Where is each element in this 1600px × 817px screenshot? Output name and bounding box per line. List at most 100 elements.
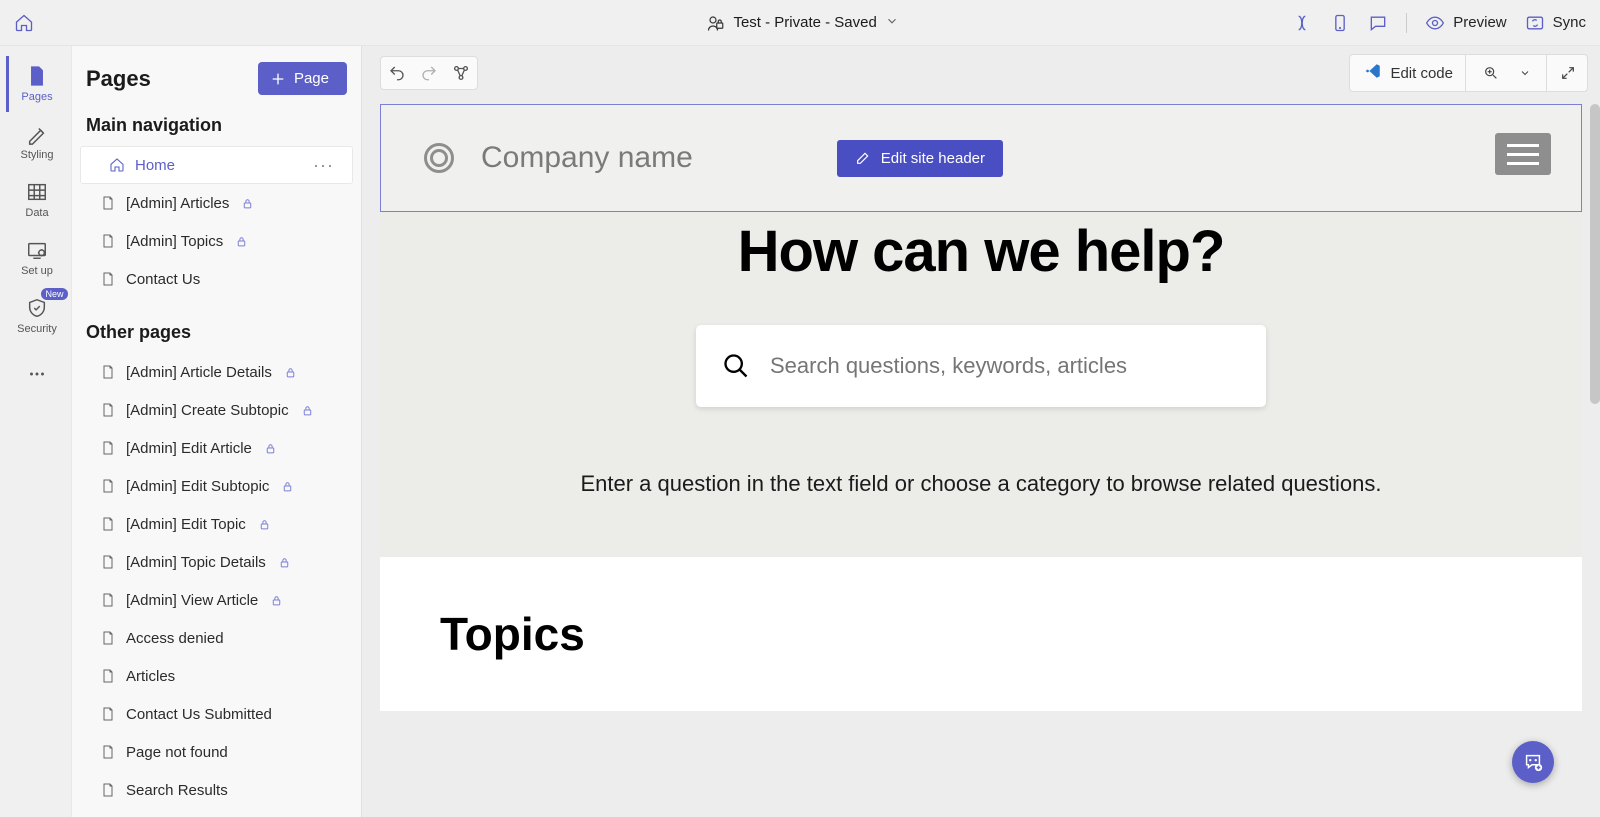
lock-icon bbox=[241, 197, 254, 210]
lock-icon bbox=[270, 594, 283, 607]
nav-item-label: Page not found bbox=[126, 744, 228, 761]
breadcrumb[interactable]: Test - Private - Saved bbox=[707, 14, 898, 32]
page-icon bbox=[100, 706, 116, 722]
nav-item-label: [Admin] Edit Subtopic bbox=[126, 478, 269, 495]
zoom-chevron[interactable] bbox=[1508, 55, 1542, 91]
other-page-item[interactable]: [Admin] Article Details bbox=[72, 353, 361, 391]
nav-item-label: [Admin] Create Subtopic bbox=[126, 402, 289, 419]
other-page-item[interactable]: Articles bbox=[72, 657, 361, 695]
lock-icon bbox=[278, 556, 291, 569]
nav-item-label: Contact Us Submitted bbox=[126, 706, 272, 723]
main-nav-heading: Main navigation bbox=[72, 109, 361, 146]
copilot-icon[interactable] bbox=[1292, 13, 1312, 33]
edit-code-button[interactable]: Edit code bbox=[1352, 55, 1466, 91]
page-icon bbox=[100, 744, 116, 760]
topics-section: Topics bbox=[380, 557, 1582, 711]
sync-button[interactable]: Sync bbox=[1525, 13, 1586, 33]
other-page-item[interactable]: [Admin] Edit Article bbox=[72, 429, 361, 467]
lock-icon bbox=[235, 235, 248, 248]
rail-more[interactable] bbox=[6, 346, 66, 402]
lock-icon bbox=[301, 404, 314, 417]
plus-icon bbox=[270, 71, 286, 87]
canvas-toolbar: Edit code bbox=[362, 46, 1600, 96]
page-icon bbox=[100, 630, 116, 646]
page-icon bbox=[100, 271, 116, 287]
new-badge: New bbox=[41, 288, 67, 300]
rail-data[interactable]: Data bbox=[6, 172, 66, 228]
divider bbox=[1406, 13, 1407, 33]
site-visibility-icon bbox=[707, 14, 725, 32]
edit-site-header-button[interactable]: Edit site header bbox=[837, 140, 1003, 177]
other-page-item[interactable]: [Admin] Create Subtopic bbox=[72, 391, 361, 429]
undo-button[interactable] bbox=[381, 57, 413, 89]
page-icon bbox=[100, 554, 116, 570]
page-icon bbox=[100, 782, 116, 798]
other-page-item[interactable]: Search Results bbox=[72, 771, 361, 809]
nav-item-label: [Admin] Topic Details bbox=[126, 554, 266, 571]
lock-icon bbox=[264, 442, 277, 455]
lock-icon bbox=[258, 518, 271, 531]
search-icon bbox=[722, 352, 750, 380]
comments-icon[interactable] bbox=[1368, 13, 1388, 33]
nav-item-label: Home bbox=[135, 157, 175, 174]
expand-button[interactable] bbox=[1551, 55, 1585, 91]
search-input[interactable] bbox=[770, 353, 1240, 379]
nav-item-label: Access denied bbox=[126, 630, 224, 647]
main-nav-item[interactable]: Contact Us bbox=[72, 260, 361, 298]
canvas-scrollbar[interactable] bbox=[1590, 104, 1600, 404]
lock-icon bbox=[284, 366, 297, 379]
page-icon bbox=[100, 668, 116, 684]
other-pages-heading: Other pages bbox=[72, 316, 361, 353]
hero-subtitle: Enter a question in the text field or ch… bbox=[380, 471, 1582, 497]
zoom-button[interactable] bbox=[1474, 55, 1508, 91]
vscode-icon bbox=[1364, 62, 1382, 84]
other-page-item[interactable]: [Admin] Edit Subtopic bbox=[72, 467, 361, 505]
topics-heading: Topics bbox=[440, 607, 1522, 661]
add-page-button[interactable]: Page bbox=[258, 62, 347, 95]
nav-item-label: [Admin] Articles bbox=[126, 195, 229, 212]
page-icon bbox=[100, 440, 116, 456]
page-icon bbox=[100, 516, 116, 532]
nav-item-label: [Admin] Edit Topic bbox=[126, 516, 246, 533]
mobile-icon[interactable] bbox=[1330, 13, 1350, 33]
other-page-item[interactable]: [Admin] Edit Topic bbox=[72, 505, 361, 543]
nav-item-label: [Admin] Topics bbox=[126, 233, 223, 250]
search-box[interactable] bbox=[696, 325, 1266, 407]
main-nav-item[interactable]: [Admin] Topics bbox=[72, 222, 361, 260]
chevron-down-icon[interactable] bbox=[885, 14, 899, 32]
hero-title: How can we help? bbox=[380, 212, 1582, 325]
chatbot-fab[interactable] bbox=[1512, 741, 1554, 783]
main-nav-item[interactable]: Home ··· bbox=[80, 146, 353, 184]
other-page-item[interactable]: Page not found bbox=[72, 733, 361, 771]
breadcrumb-text: Test - Private - Saved bbox=[733, 14, 876, 31]
rail-styling[interactable]: Styling bbox=[6, 114, 66, 170]
page-icon bbox=[100, 195, 116, 211]
nav-item-label: [Admin] Edit Article bbox=[126, 440, 252, 457]
sync-icon bbox=[1525, 13, 1545, 33]
other-page-item[interactable]: [Admin] Topic Details bbox=[72, 543, 361, 581]
other-page-item[interactable]: [Admin] View Article bbox=[72, 581, 361, 619]
page-icon bbox=[100, 233, 116, 249]
site-header[interactable]: Company name Edit site header bbox=[380, 104, 1582, 212]
rail-setup[interactable]: Set up bbox=[6, 230, 66, 286]
other-page-item[interactable]: Contact Us Submitted bbox=[72, 695, 361, 733]
redo-button[interactable] bbox=[413, 57, 445, 89]
company-name: Company name bbox=[481, 141, 693, 175]
more-icon[interactable]: ··· bbox=[313, 155, 334, 176]
page-icon bbox=[100, 478, 116, 494]
other-page-item[interactable]: Access denied bbox=[72, 619, 361, 657]
hero-section: How can we help? Enter a question in the… bbox=[380, 212, 1582, 557]
relations-button[interactable] bbox=[445, 57, 477, 89]
rail-pages[interactable]: Pages bbox=[6, 56, 66, 112]
home-icon bbox=[109, 157, 125, 173]
hamburger-menu[interactable] bbox=[1495, 133, 1551, 175]
company-logo-icon bbox=[421, 140, 457, 176]
preview-button[interactable]: Preview bbox=[1425, 13, 1506, 33]
home-icon[interactable] bbox=[14, 13, 34, 33]
canvas: Edit code Company name Edit site header bbox=[362, 46, 1600, 817]
nav-item-label: [Admin] Article Details bbox=[126, 364, 272, 381]
page-icon bbox=[100, 592, 116, 608]
main-nav-item[interactable]: [Admin] Articles bbox=[72, 184, 361, 222]
site-preview: Company name Edit site header How can we… bbox=[380, 104, 1582, 817]
rail-security[interactable]: New Security bbox=[6, 288, 66, 344]
